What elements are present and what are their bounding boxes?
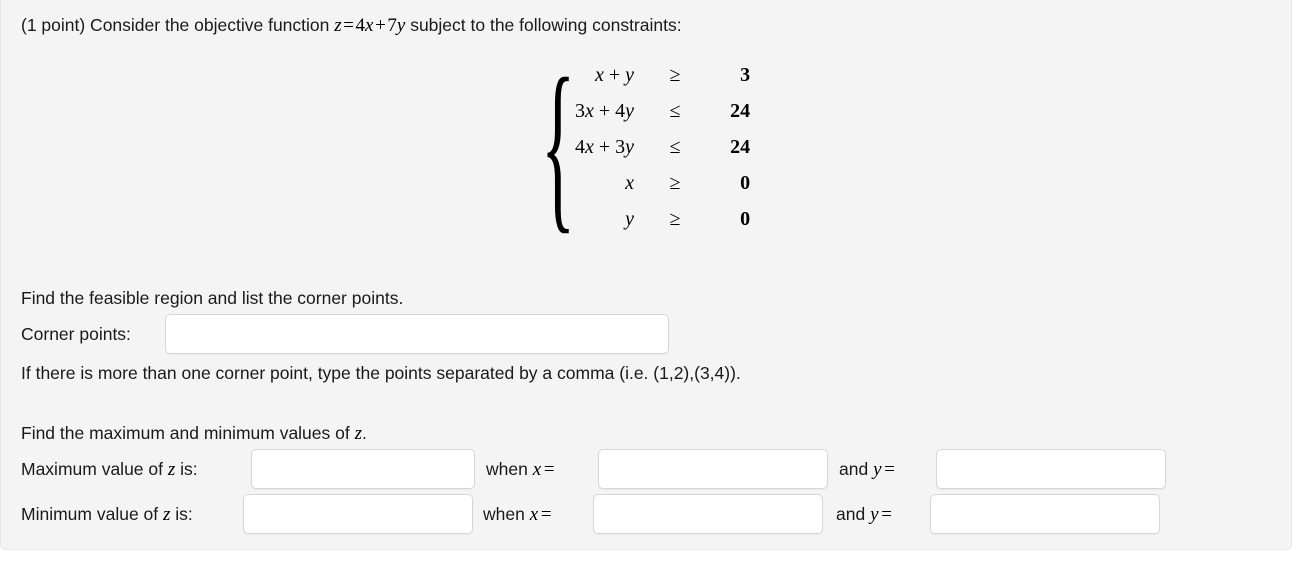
- equals-sign: =: [882, 459, 896, 480]
- minimum-y-input[interactable]: [930, 494, 1160, 534]
- constraint-row: 4x + 3y ≤ 24: [575, 129, 750, 165]
- max-min-prompt-suffix: .: [362, 423, 367, 443]
- equals-sign: =: [539, 504, 553, 525]
- minimum-when-x-label: when x =: [483, 503, 552, 528]
- when-word: when: [486, 459, 533, 479]
- objective-term2-coef: 7: [387, 15, 397, 36]
- corner-points-hint: If there is more than one corner point, …: [21, 363, 741, 383]
- constraint-system: { x + y ≥ 3 3x + 4y ≤ 24 4x + 3y ≤ 24 x …: [541, 52, 750, 241]
- objective-term1-coef: 4: [355, 15, 366, 36]
- maximum-y-input[interactable]: [936, 449, 1166, 489]
- minimum-z-input[interactable]: [243, 494, 473, 534]
- constraint-row: 3x + 4y ≤ 24: [575, 93, 750, 129]
- minimum-label-suffix: is:: [170, 504, 193, 524]
- constraint-rhs: 24: [730, 99, 751, 122]
- constraint-rhs: 24: [730, 135, 751, 158]
- max-min-prompt-prefix: Find the maximum and minimum values of: [21, 423, 355, 443]
- constraint-lhs: 4x + 3y: [575, 135, 635, 158]
- maximum-label-suffix: is:: [175, 459, 198, 479]
- maximum-value-label: Maximum value of z is:: [21, 458, 198, 483]
- constraint-rhs: 0: [740, 207, 751, 230]
- problem-intro-suffix: subject to the following constraints:: [405, 15, 682, 35]
- maximum-and-y-label: and y =: [839, 458, 896, 483]
- and-word: and: [839, 459, 874, 479]
- constraint-relation: ≤: [669, 99, 681, 122]
- objective-plus: +: [375, 15, 386, 36]
- x-variable: x: [532, 459, 542, 480]
- left-brace: {: [541, 43, 576, 251]
- y-variable: y: [873, 459, 882, 480]
- x-variable: x: [529, 504, 539, 525]
- minimum-x-input[interactable]: [593, 494, 823, 534]
- feasible-region-prompt: Find the feasible region and list the co…: [21, 288, 404, 308]
- constraint-row: x + y ≥ 3: [575, 57, 750, 93]
- equals-sign: =: [542, 459, 556, 480]
- objective-z: z: [334, 15, 342, 36]
- constraint-lhs: x: [625, 171, 635, 194]
- objective-function: z = 4x + 7y: [334, 15, 405, 36]
- problem-statement: (1 point) Consider the objective functio…: [21, 14, 682, 39]
- maximum-label-prefix: Maximum value of: [21, 459, 168, 479]
- equals-sign: =: [879, 504, 893, 525]
- corner-points-input[interactable]: [165, 314, 669, 354]
- minimum-label-prefix: Minimum value of: [21, 504, 163, 524]
- objective-equals: =: [343, 15, 354, 36]
- constraint-rows: x + y ≥ 3 3x + 4y ≤ 24 4x + 3y ≤ 24 x ≥ …: [575, 57, 750, 237]
- constraint-rhs: 0: [740, 171, 751, 194]
- constraint-rhs: 3: [740, 63, 751, 86]
- constraint-relation: ≤: [669, 135, 681, 158]
- constraint-row: y ≥ 0: [575, 201, 750, 237]
- maximum-z-input[interactable]: [251, 449, 475, 489]
- and-word: and: [836, 504, 871, 524]
- constraint-relation: ≥: [669, 171, 681, 194]
- y-variable: y: [870, 504, 879, 525]
- constraint-row: x ≥ 0: [575, 165, 750, 201]
- minimum-and-y-label: and y =: [836, 503, 893, 528]
- problem-intro-prefix: (1 point) Consider the objective functio…: [21, 15, 335, 35]
- max-min-prompt-var: z: [354, 423, 362, 444]
- constraint-lhs: y: [625, 207, 635, 230]
- corner-points-label: Corner points:: [21, 324, 131, 344]
- when-word: when: [483, 504, 530, 524]
- constraint-lhs: x + y: [595, 63, 635, 86]
- objective-term1-var: x: [365, 15, 374, 36]
- constraint-lhs: 3x + 4y: [575, 99, 635, 122]
- constraint-relation: ≥: [669, 207, 681, 230]
- maximum-when-x-label: when x =: [486, 458, 555, 483]
- minimum-value-label: Minimum value of z is:: [21, 503, 193, 528]
- max-min-prompt: Find the maximum and minimum values of z…: [21, 422, 367, 447]
- maximum-x-input[interactable]: [598, 449, 828, 489]
- constraint-relation: ≥: [669, 63, 681, 86]
- problem-panel: (1 point) Consider the objective functio…: [0, 0, 1292, 550]
